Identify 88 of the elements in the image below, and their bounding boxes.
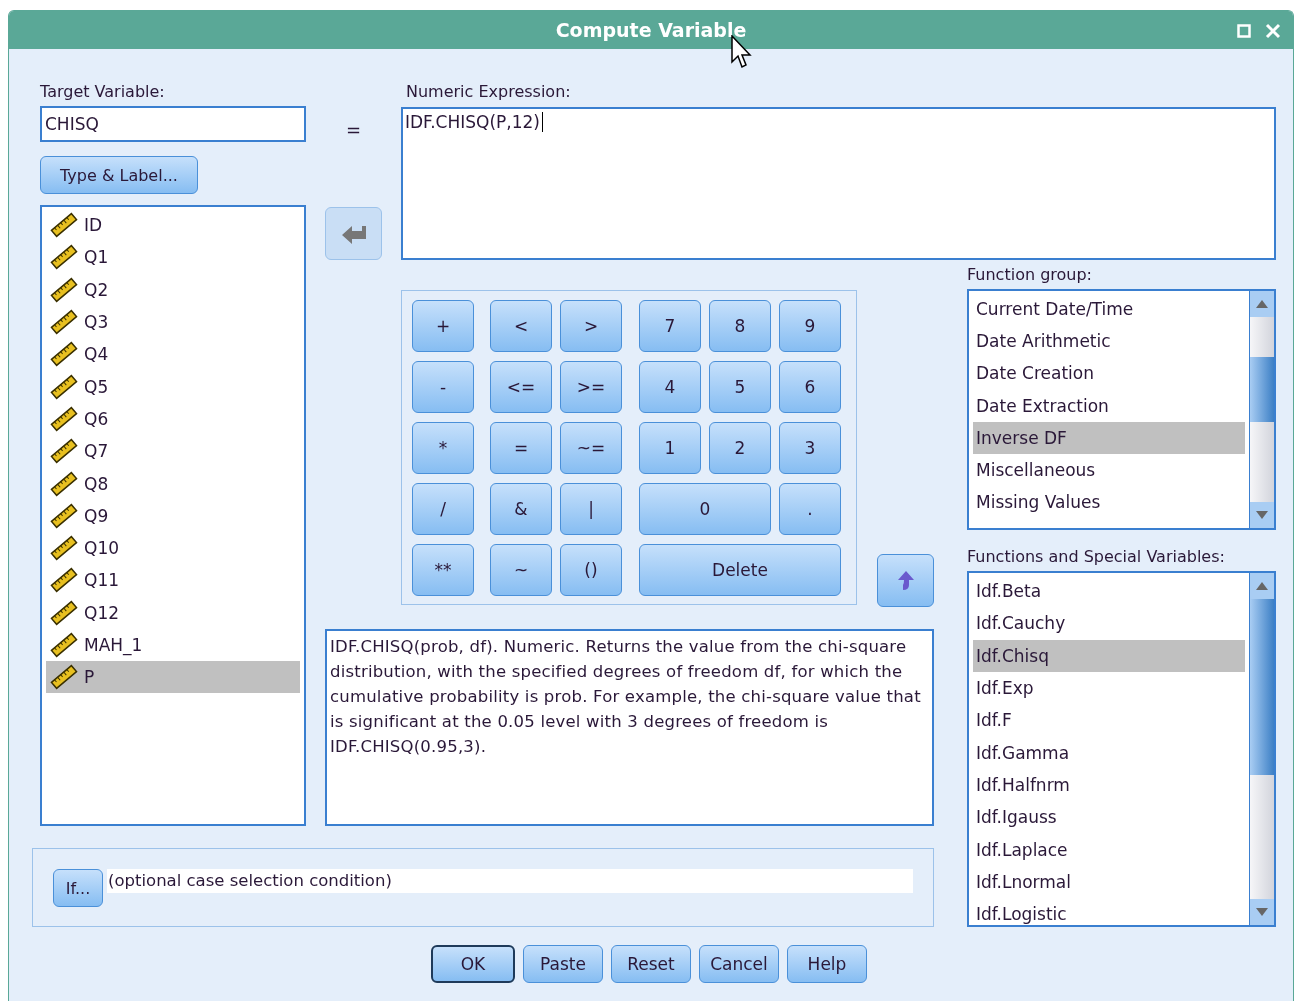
function-group-label: Function group:	[967, 264, 1093, 286]
variable-item[interactable]: Q7	[46, 435, 300, 468]
variable-item[interactable]: Q4	[46, 338, 300, 371]
function-group-item[interactable]: Date Creation	[973, 357, 1245, 390]
keypad-key[interactable]: *	[412, 422, 474, 474]
window-title: Compute Variable	[555, 19, 747, 41]
keypad-key[interactable]: -	[412, 361, 474, 413]
keypad-key[interactable]: 1	[639, 422, 701, 474]
function-item[interactable]: Idf.Cauchy	[973, 607, 1245, 640]
keypad-key[interactable]: 7	[639, 300, 701, 352]
keypad-key[interactable]: /	[412, 483, 474, 535]
variable-item[interactable]: Q8	[46, 467, 300, 500]
move-up-button[interactable]	[877, 554, 934, 607]
move-left-button[interactable]	[325, 207, 382, 260]
keypad-key[interactable]: >	[560, 300, 622, 352]
numeric-expression-field[interactable]: IDF.CHISQ(P,12)	[401, 107, 1276, 260]
functions-label: Functions and Special Variables:	[967, 546, 1226, 568]
variable-item[interactable]: Q5	[46, 370, 300, 403]
close-icon[interactable]	[1265, 23, 1281, 39]
numeric-expression-label: Numeric Expression:	[405, 81, 572, 103]
keypad-key[interactable]: <=	[490, 361, 552, 413]
keypad-key[interactable]: Delete	[639, 544, 841, 596]
function-group-item[interactable]: Inverse DF	[973, 421, 1245, 454]
variable-item[interactable]: Q9	[46, 499, 300, 532]
variable-item[interactable]: Q6	[46, 402, 300, 436]
function-item[interactable]: Idf.F	[973, 704, 1245, 737]
scrollbar[interactable]	[1249, 573, 1274, 925]
variable-item[interactable]: Q10	[46, 531, 300, 565]
keypad-key[interactable]: 0	[639, 483, 771, 535]
function-description: IDF.CHISQ(prob, df). Numeric. Returns the value from the chi-square distribution, with the specified degrees of freedom df, for which the cumulative probability is prob. For example, the chi-square value that is significant at the 0.05 level with 3 degrees of freedom is IDF.CHISQ(0.95,3).	[325, 629, 934, 826]
keypad-key[interactable]: 6	[779, 361, 841, 413]
keypad-key[interactable]: 2	[709, 422, 771, 474]
keypad-key[interactable]: 8	[709, 300, 771, 352]
function-item[interactable]: Idf.Gamma	[973, 736, 1245, 769]
function-group-item[interactable]: Missing Values	[973, 486, 1245, 519]
keypad-key[interactable]: ()	[560, 544, 622, 596]
function-item[interactable]: Idf.Logistic	[973, 897, 1245, 925]
scroll-up-icon[interactable]	[1256, 300, 1268, 308]
function-item[interactable]: Idf.Chisq	[973, 639, 1245, 672]
keypad-key[interactable]: .	[779, 483, 841, 535]
keypad-key[interactable]: |	[560, 483, 622, 535]
scroll-down-icon[interactable]	[1256, 908, 1268, 916]
dialog-button[interactable]: Cancel	[699, 945, 779, 983]
type-label-button[interactable]: Type & Label...	[40, 156, 198, 194]
keypad-key[interactable]: 4	[639, 361, 701, 413]
keypad-key[interactable]: 3	[779, 422, 841, 474]
mouse-pointer-icon	[731, 35, 753, 69]
keypad-key[interactable]: 5	[709, 361, 771, 413]
function-item[interactable]: Idf.Lnormal	[973, 865, 1245, 898]
function-item[interactable]: Idf.Beta	[973, 575, 1245, 608]
variable-item[interactable]: MAH_1	[46, 628, 300, 662]
variable-item[interactable]: Q3	[46, 305, 300, 339]
scrollbar[interactable]	[1249, 291, 1274, 528]
variable-item[interactable]: Q12	[46, 596, 300, 629]
condition-field[interactable]: (optional case selection condition)	[107, 869, 913, 893]
keypad-key[interactable]: ~	[490, 544, 552, 596]
function-item[interactable]: Idf.Laplace	[973, 833, 1245, 866]
keypad-key[interactable]: **	[412, 544, 474, 596]
keypad-key[interactable]: ~=	[560, 422, 622, 474]
function-group-item[interactable]: Date Extraction	[973, 389, 1245, 422]
function-group-item[interactable]: Current Date/Time	[973, 293, 1245, 326]
variable-item[interactable]: ID	[46, 209, 300, 242]
dialog-button[interactable]: Help	[787, 945, 867, 983]
function-group-item[interactable]: Date Arithmetic	[973, 325, 1245, 358]
dialog-button[interactable]: Reset	[611, 945, 691, 983]
variable-item[interactable]: P	[46, 661, 300, 694]
if-button[interactable]: If...	[53, 869, 103, 907]
dialog-button[interactable]: Paste	[523, 945, 603, 983]
function-item[interactable]: Idf.Igauss	[973, 801, 1245, 834]
variable-item[interactable]: Q1	[46, 241, 300, 274]
keypad-key[interactable]: >=	[560, 361, 622, 413]
keypad-key[interactable]: +	[412, 300, 474, 352]
scroll-down-icon[interactable]	[1256, 511, 1268, 519]
equals-sign: =	[345, 119, 362, 140]
keypad-key[interactable]: &	[490, 483, 552, 535]
keypad-key[interactable]: =	[490, 422, 552, 474]
scroll-up-icon[interactable]	[1256, 582, 1268, 590]
function-item[interactable]: Idf.Exp	[973, 671, 1245, 705]
target-variable-label: Target Variable:	[40, 81, 166, 103]
target-variable-field[interactable]: CHISQ	[40, 106, 306, 142]
maximize-icon[interactable]	[1237, 24, 1251, 38]
variable-item[interactable]: Q11	[46, 564, 300, 597]
dialog-button[interactable]: OK	[431, 945, 515, 983]
function-item[interactable]: Idf.Halfnrm	[973, 768, 1245, 802]
variable-item[interactable]: Q2	[46, 273, 300, 306]
keypad-key[interactable]: <	[490, 300, 552, 352]
function-group-item[interactable]: Miscellaneous	[973, 453, 1245, 487]
keypad-key[interactable]: 9	[779, 300, 841, 352]
